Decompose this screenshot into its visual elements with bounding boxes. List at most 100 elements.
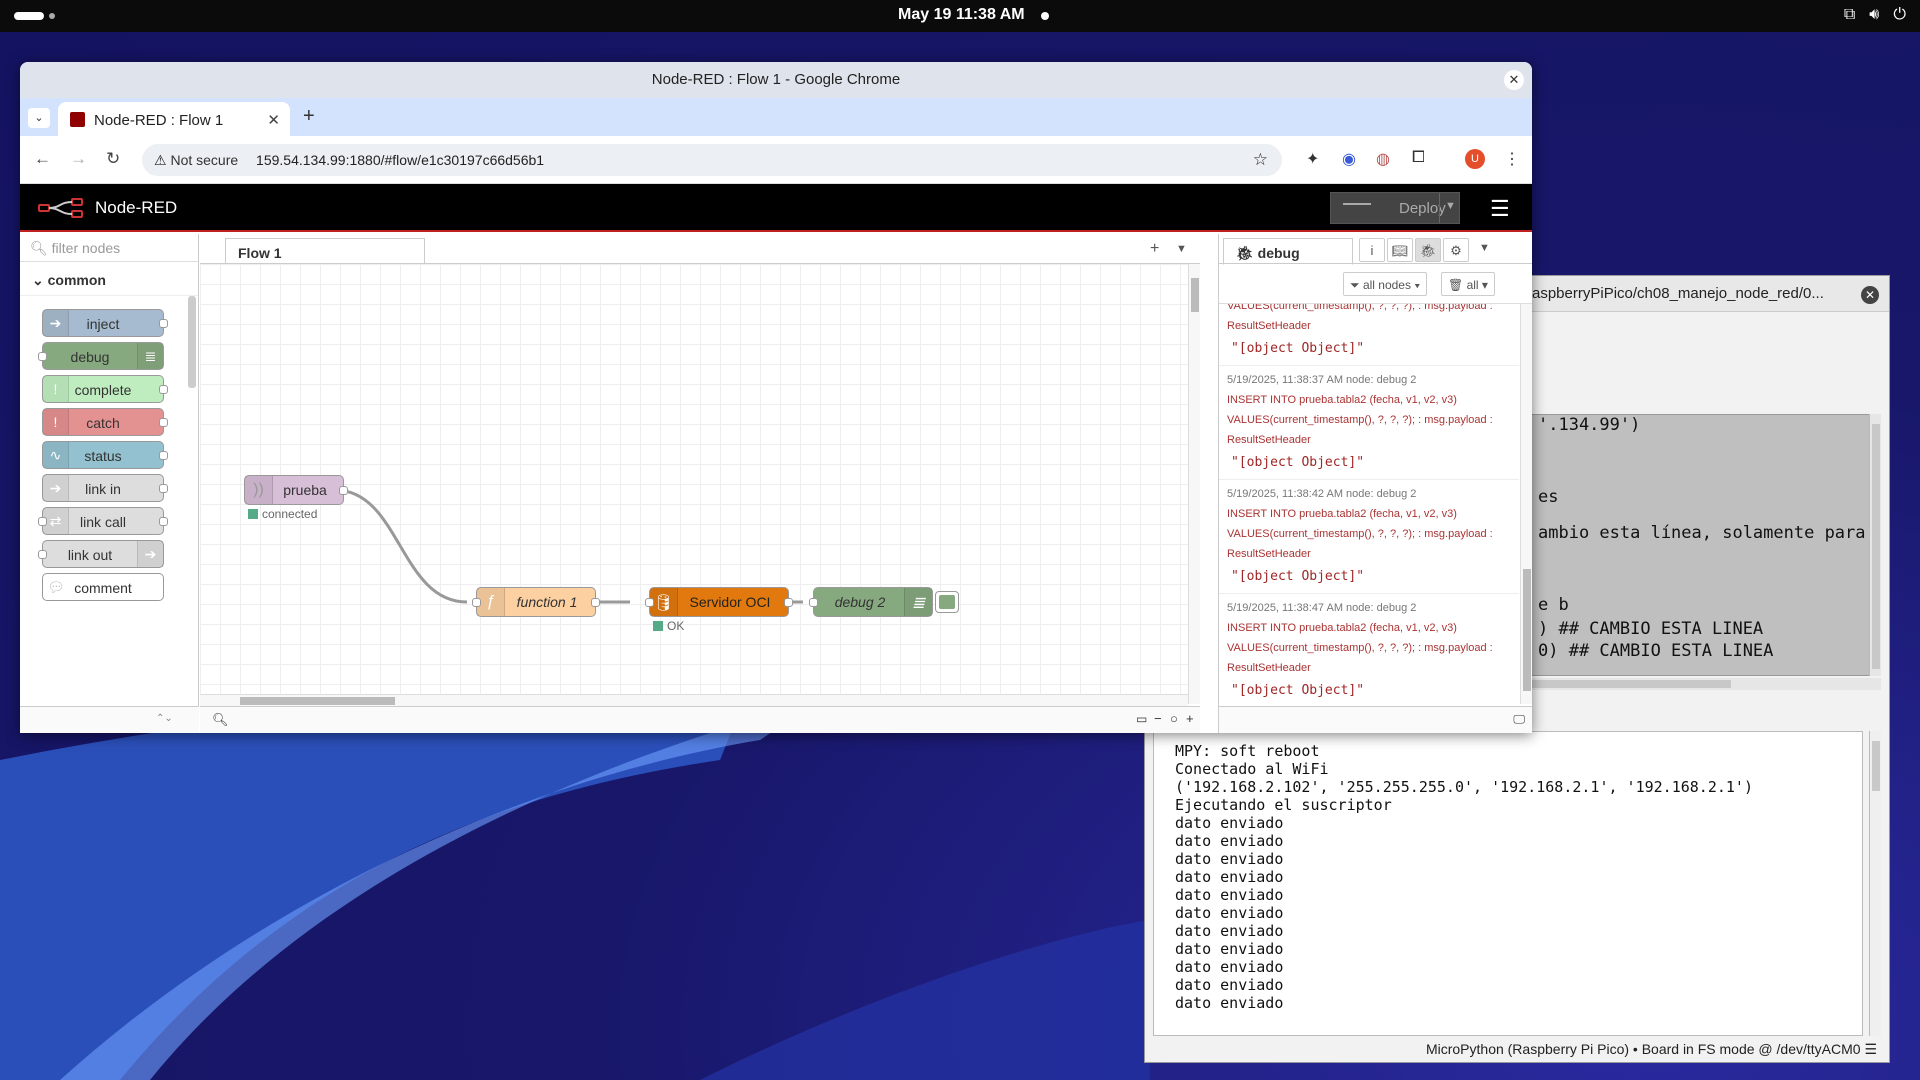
bug-icon[interactable]: 🐞︎ [1415,238,1441,262]
sidebar-tabs: 🐞︎ debug i 📖︎ 🐞︎ ⚙ ▼ [1219,234,1532,265]
tab-title: Node-RED : Flow 1 [94,112,224,129]
tab-debug[interactable]: 🐞︎ debug [1223,238,1353,265]
book-icon[interactable]: 📖︎ [1387,238,1413,262]
gear-icon[interactable]: ⚙ [1443,238,1469,262]
flow-node-debug[interactable]: debug 2 ≣ [809,587,933,617]
shell-output[interactable]: MPY: soft reboot Conectado al WiFi ('192.1… [1153,731,1863,1036]
power-icon[interactable]: ⏻ [1893,6,1906,24]
palette-node-inject[interactable]: ➔ inject [42,309,168,337]
close-icon[interactable]: ✕ [1861,286,1879,304]
caret-down-icon[interactable]: ▼ [1445,200,1456,212]
close-tab-icon[interactable]: ✕ [267,111,280,129]
shell-line: dato enviado [1175,850,1284,868]
deploy-button[interactable]: Deploy ▼ [1330,192,1460,224]
palette-node-comment[interactable]: 💬︎ comment [42,573,164,601]
canvas-hscrollbar[interactable] [200,694,1188,706]
clock[interactable]: May 19 11:38 AM [898,6,1025,24]
debug-toggle-button[interactable] [935,591,959,613]
shell-line: dato enviado [1175,994,1284,1012]
extension-icon[interactable]: ◍ [1376,149,1390,169]
debug-messages[interactable]: VALUES(current_timestamp(), ?, ?, ?); : … [1219,304,1519,704]
debug-scrollbar[interactable] [1520,304,1532,704]
tab-search-icon[interactable]: ⌄ [28,108,50,128]
shell-line: dato enviado [1175,868,1284,886]
clear-dropdown[interactable]: 🗑︎ all ▾ [1441,272,1495,296]
profile-avatar[interactable]: U [1465,149,1485,169]
debug-message[interactable]: VALUES(current_timestamp(), ?, ?, ?); : … [1219,304,1519,366]
alert-icon: ! [43,409,69,435]
nodered-favicon-icon [70,112,85,127]
warning-icon[interactable]: ⚠ [154,152,167,168]
palette-filter[interactable]: 🔍︎ filter nodes [20,234,198,262]
address-bar[interactable]: ⚠ Not secure 159.54.134.99:1880/#flow/e1… [142,144,1282,176]
reload-icon[interactable]: ↻ [106,149,120,169]
filter-nodes-dropdown[interactable]: ⏷ all nodes ▾ [1343,272,1428,296]
flow-node-mqtt-in[interactable]: )) prueba [244,475,348,505]
shell-line: dato enviado [1175,814,1284,832]
browser-tab[interactable]: Node-RED : Flow 1 ✕ [58,102,290,136]
add-flow-icon[interactable]: + [1150,240,1159,258]
monitor-icon[interactable]: 🖵︎ [1513,712,1525,727]
flow-workspace: Flow 1 + ▼ )) prueba connected ƒ functio… [200,234,1200,733]
flow-node-function[interactable]: ƒ function 1 [472,587,600,617]
debug-sidebar: 🐞︎ debug i 📖︎ 🐞︎ ⚙ ▼ ⏷ all nodes ▾ 🗑︎ al… [1218,234,1532,733]
pulse-icon: ∿ [43,442,69,468]
url-text[interactable]: 159.54.134.99:1880/#flow/e1c30197c66d56b… [256,152,544,168]
link-icon: ➔ [43,475,69,501]
back-icon[interactable]: ← [34,149,51,169]
node-status-ok: OK [653,619,684,633]
debug-message[interactable]: 5/19/2025, 11:38:47 AM node: debug 2 INS… [1219,594,1519,704]
bookmark-star-icon[interactable]: ☆ [1253,150,1268,170]
window-title: Node-RED : Flow 1 - Google Chrome [651,71,901,88]
activities-indicator[interactable] [14,12,44,20]
flow-tab[interactable]: Flow 1 [225,238,425,265]
shell-scrollbar[interactable] [1869,731,1881,1036]
palette-node-link-call[interactable]: ⇄ link call [38,507,168,535]
collapse-icon[interactable]: ⌃⌄ [156,713,173,724]
close-icon[interactable]: ✕ [1504,70,1524,90]
palette-category[interactable]: ⌄ common [20,262,198,296]
forward-icon[interactable]: → [70,149,87,169]
nodered-header: Node-RED Deploy ▼ ☰ [20,184,1532,232]
palette-scrollbar[interactable] [188,296,196,388]
network-icon[interactable]: ⧉ [1844,6,1855,24]
more-menu-icon[interactable]: ⋮ [1504,149,1520,169]
comment-icon: 💬︎ [47,579,65,595]
volume-icon[interactable]: 🔊︎ [1869,6,1879,24]
palette-node-complete[interactable]: ! complete [42,375,168,403]
flow-node-database[interactable]: 🛢︎ Servidor OCI [645,587,793,617]
zoom-out-icon[interactable]: − [1154,711,1162,726]
extension-icon[interactable]: ◉ [1342,149,1356,169]
new-tab-icon[interactable]: + [303,105,315,128]
palette-node-link-in[interactable]: ➔ link in [42,474,168,502]
recording-dot [1041,12,1049,20]
navigator-icon[interactable]: ▭ [1136,712,1147,726]
chrome-window: Node-RED : Flow 1 - Google Chrome ✕ ⌄ No… [20,62,1532,733]
security-label[interactable]: Not secure [170,152,238,168]
shell-line: dato enviado [1175,832,1284,850]
palette-node-link-out[interactable]: ➔ link out [38,540,164,568]
hamburger-menu-icon[interactable]: ☰ [1490,196,1510,222]
flow-canvas[interactable]: )) prueba connected ƒ function 1 🛢︎ Serv… [200,264,1188,694]
thonny-status-bar[interactable]: MicroPython (Raspberry Pi Pico) • Board … [1145,1036,1889,1062]
extension-icon[interactable]: ✦ [1306,149,1319,169]
signal-icon: )) [245,476,273,504]
palette-node-status[interactable]: ∿ status [42,441,168,469]
editor-vscrollbar[interactable] [1869,414,1881,676]
debug-message[interactable]: 5/19/2025, 11:38:42 AM node: debug 2 INS… [1219,480,1519,594]
zoom-in-icon[interactable]: + [1186,711,1194,726]
debug-message[interactable]: 5/19/2025, 11:38:37 AM node: debug 2 INS… [1219,366,1519,480]
extensions-puzzle-icon[interactable]: ⧠ [1412,149,1425,167]
canvas-vscrollbar[interactable] [1188,264,1200,704]
system-tray[interactable]: ⧉ 🔊︎ ⏻ [1844,6,1906,24]
search-icon[interactable]: 🔍︎ [212,712,229,728]
sidebar-menu-icon[interactable]: ▼ [1479,242,1490,254]
palette-node-debug[interactable]: ≣ debug [38,342,164,370]
palette-node-catch[interactable]: ! catch [42,408,168,436]
flow-list-icon[interactable]: ▼ [1176,243,1187,255]
editor-line: e b [1538,595,1569,615]
shell-line: Conectado al WiFi [1175,760,1329,778]
debug-filter-bar: ⏷ all nodes ▾ 🗑︎ all ▾ [1219,264,1532,304]
zoom-reset-icon[interactable]: ○ [1170,711,1178,726]
info-icon[interactable]: i [1359,238,1385,262]
